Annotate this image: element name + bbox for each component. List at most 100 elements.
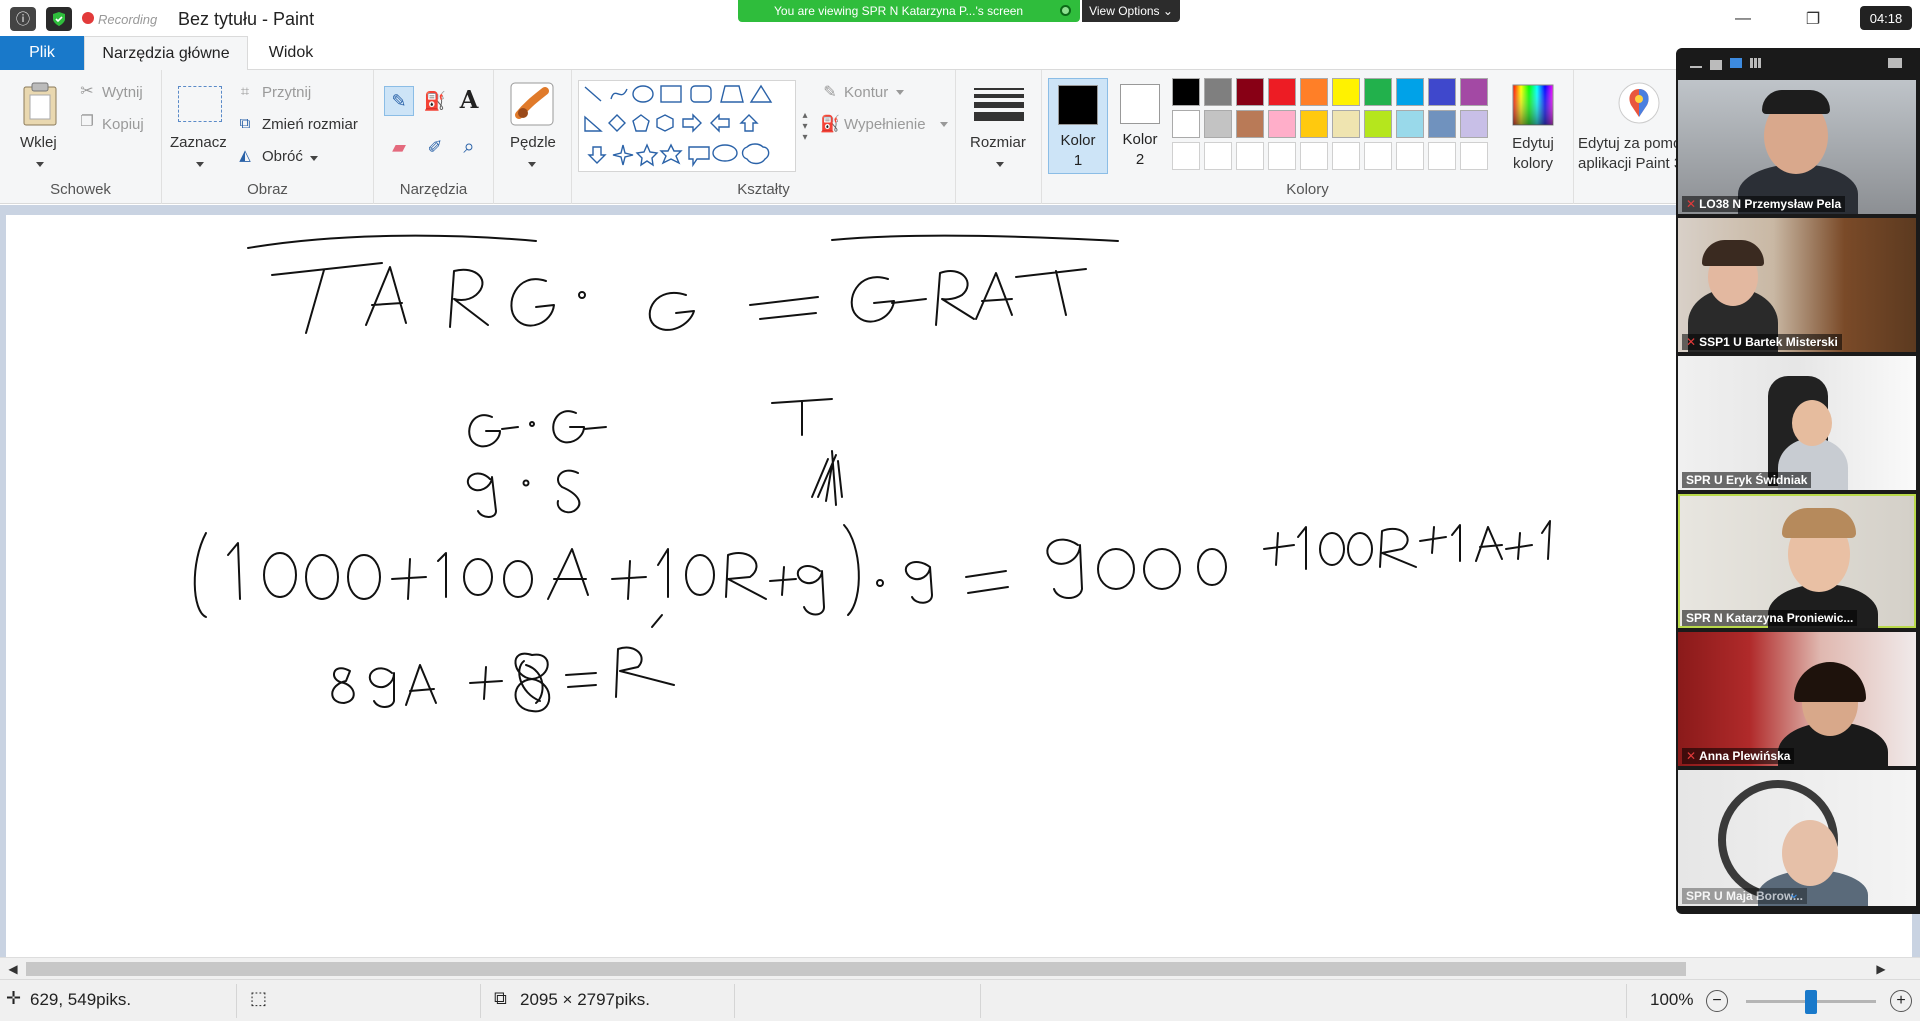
palette-empty-swatch[interactable] xyxy=(1268,142,1296,170)
palette-empty-swatch[interactable] xyxy=(1396,142,1424,170)
size-dropdown-icon[interactable] xyxy=(996,162,1004,167)
zoom-out-button[interactable]: − xyxy=(1706,990,1728,1012)
rotate-button[interactable]: Obróć xyxy=(262,148,303,165)
palette-empty-swatch[interactable] xyxy=(1332,142,1360,170)
eraser-icon[interactable]: ▰ xyxy=(384,132,414,162)
palette-color-swatch[interactable] xyxy=(1396,110,1424,138)
size-button[interactable]: Rozmiar xyxy=(970,134,1026,151)
pop-out-icon[interactable] xyxy=(1888,58,1902,68)
gallery-view-icon[interactable] xyxy=(1750,58,1762,68)
palette-empty-swatch[interactable] xyxy=(1428,142,1456,170)
color2-selector[interactable]: Kolor 2 xyxy=(1110,78,1170,174)
tab-view[interactable]: Widok xyxy=(248,36,334,70)
cut-button[interactable]: Wytnij xyxy=(102,84,143,101)
palette-color-swatch[interactable] xyxy=(1172,110,1200,138)
participant-tile[interactable]: SPR U Maja Borow... ⌄ xyxy=(1678,770,1916,906)
palette-color-swatch[interactable] xyxy=(1428,110,1456,138)
palette-color-swatch[interactable] xyxy=(1204,110,1232,138)
palette-empty-swatch[interactable] xyxy=(1364,142,1392,170)
scroll-right-icon[interactable]: ▶ xyxy=(1870,958,1892,980)
fill-button[interactable]: Wypełnienie xyxy=(844,116,926,133)
screen-share-banner: You are viewing SPR N Katarzyna P...'s s… xyxy=(738,0,1080,22)
brushes-button[interactable]: Pędzle xyxy=(510,134,556,151)
tab-home[interactable]: Narzędzia główne xyxy=(84,36,248,70)
zoom-slider-thumb[interactable] xyxy=(1805,990,1817,1014)
text-tool-icon[interactable]: A xyxy=(454,84,484,114)
paste-dropdown-icon[interactable] xyxy=(36,162,44,167)
restore-button[interactable]: ❐ xyxy=(1790,6,1836,32)
shield-icon[interactable] xyxy=(46,7,72,31)
tab-file[interactable]: Plik xyxy=(0,36,84,70)
drawing-canvas[interactable] xyxy=(6,215,1912,957)
copy-button[interactable]: Kopiuj xyxy=(102,116,144,133)
palette-empty-swatch[interactable] xyxy=(1172,142,1200,170)
shapes-gallery[interactable] xyxy=(578,80,796,172)
palette-empty-swatch[interactable] xyxy=(1300,142,1328,170)
minimize-button[interactable]: — xyxy=(1720,6,1766,32)
select-icon[interactable] xyxy=(178,86,222,122)
crop-button[interactable]: Przytnij xyxy=(262,84,311,101)
resize-button[interactable]: Zmień rozmiar xyxy=(262,116,358,133)
palette-empty-swatch[interactable] xyxy=(1204,142,1232,170)
palette-color-swatch[interactable] xyxy=(1268,110,1296,138)
palette-color-swatch[interactable] xyxy=(1364,110,1392,138)
participant-tile[interactable]: ✕ SSP1 U Bartek Misterski xyxy=(1678,218,1916,352)
magnifier-icon[interactable]: ⌕ xyxy=(454,132,484,162)
participant-tile[interactable]: SPR U Eryk Świdniak xyxy=(1678,356,1916,490)
palette-color-swatch[interactable] xyxy=(1460,110,1488,138)
shapes-scroll-icon[interactable]: ▴ ▾ ▾ xyxy=(798,80,812,172)
palette-color-swatch[interactable] xyxy=(1236,110,1264,138)
info-icon[interactable]: ⓘ xyxy=(10,7,36,31)
palette-color-swatch[interactable] xyxy=(1204,78,1232,106)
fill-bucket-icon[interactable]: ⛽ xyxy=(420,86,450,116)
view-options-button[interactable]: View Options ⌄ xyxy=(1082,0,1180,22)
pencil-icon[interactable]: ✎ xyxy=(384,86,414,116)
paste-icon[interactable] xyxy=(18,80,62,128)
scroll-left-icon[interactable]: ◀ xyxy=(2,958,24,980)
palette-color-swatch[interactable] xyxy=(1460,78,1488,106)
participant-tile[interactable]: ✕ LO38 N Przemysław Pela xyxy=(1678,80,1916,214)
participant-name-text: SPR N Katarzyna Proniewic... xyxy=(1686,611,1854,625)
palette-color-swatch[interactable] xyxy=(1396,78,1424,106)
palette-color-swatch[interactable] xyxy=(1300,110,1328,138)
palette-color-swatch[interactable] xyxy=(1332,78,1360,106)
minimize-panel-icon[interactable] xyxy=(1690,66,1702,68)
palette-color-swatch[interactable] xyxy=(1268,78,1296,106)
select-dropdown-icon[interactable] xyxy=(196,162,204,167)
zoom-in-button[interactable]: + xyxy=(1890,990,1912,1012)
participant-tile[interactable]: ✕ Anna Plewińska xyxy=(1678,632,1916,766)
paste-button[interactable]: Wklej xyxy=(20,134,57,151)
palette-empty-swatch[interactable] xyxy=(1236,142,1264,170)
strip-view-icon[interactable] xyxy=(1710,60,1722,70)
palette-color-swatch[interactable] xyxy=(1300,78,1328,106)
color-picker-icon[interactable]: ✐ xyxy=(420,132,450,162)
scrollbar-thumb[interactable] xyxy=(26,962,1686,976)
palette-color-swatch[interactable] xyxy=(1172,78,1200,106)
color1-selector[interactable]: Kolor 1 xyxy=(1048,78,1108,174)
participant-name-text: LO38 N Przemysław Pela xyxy=(1699,197,1842,211)
paint3d-icon[interactable] xyxy=(1616,80,1662,126)
brush-icon[interactable] xyxy=(508,80,556,128)
palette-empty-swatch[interactable] xyxy=(1460,142,1488,170)
edit-colors-button[interactable]: Edytuj kolory xyxy=(1508,134,1558,174)
rotate-dropdown-icon[interactable] xyxy=(310,156,318,161)
participant-video xyxy=(1702,240,1764,266)
tools-group-label: Narzędzia xyxy=(399,181,468,198)
palette-color-swatch[interactable] xyxy=(1332,110,1360,138)
outline-button[interactable]: Kontur xyxy=(844,84,888,101)
edit-colors-icon[interactable] xyxy=(1510,82,1556,128)
speaker-view-icon[interactable] xyxy=(1730,58,1742,68)
cursor-position-icon: ✛ xyxy=(6,988,22,1008)
outline-dropdown-icon[interactable] xyxy=(896,90,904,95)
palette-color-swatch[interactable] xyxy=(1364,78,1392,106)
scroll-down-icon[interactable]: ⌄ xyxy=(1788,885,1800,902)
palette-color-swatch[interactable] xyxy=(1428,78,1456,106)
select-button[interactable]: Zaznacz xyxy=(170,134,227,151)
brushes-dropdown-icon[interactable] xyxy=(528,162,536,167)
line-size-icon[interactable] xyxy=(974,82,1024,126)
fill-dropdown-icon[interactable] xyxy=(940,122,948,127)
palette-color-swatch[interactable] xyxy=(1236,78,1264,106)
horizontal-scrollbar[interactable]: ◀ ▶ xyxy=(0,957,1920,979)
participant-tile-active-speaker[interactable]: SPR N Katarzyna Proniewic... xyxy=(1678,494,1916,628)
participant-name-text: SPR U Eryk Świdniak xyxy=(1686,473,1808,487)
